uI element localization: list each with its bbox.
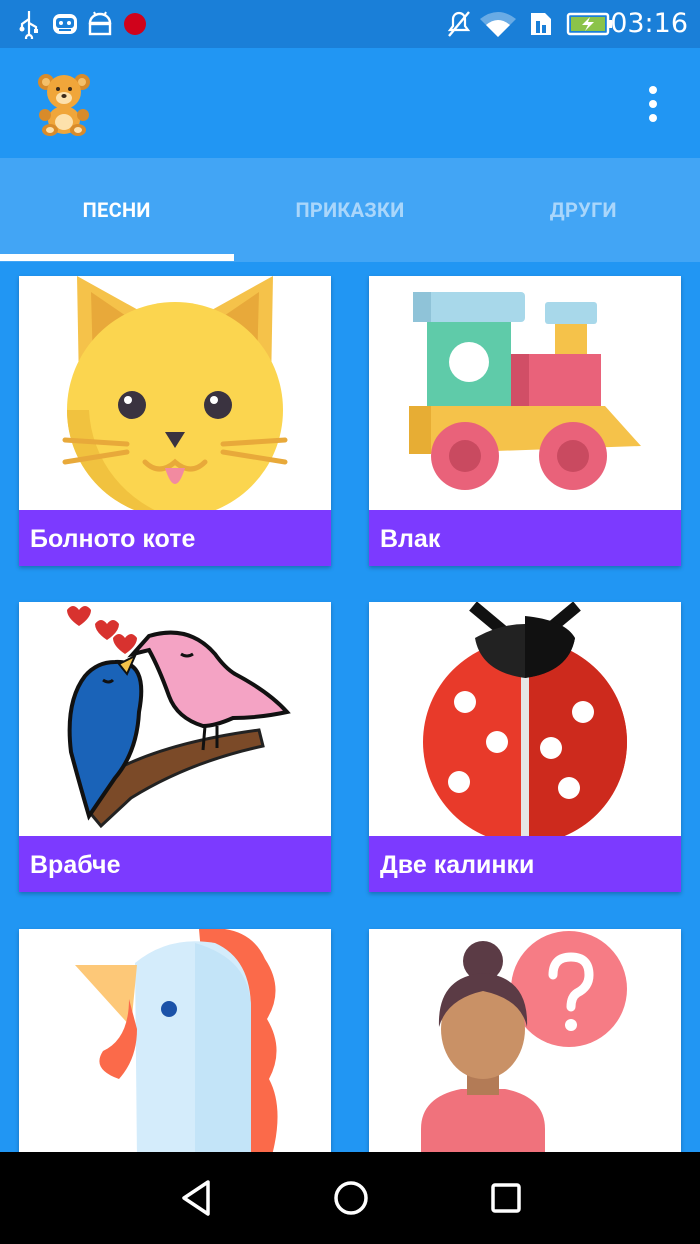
- card-title: Болното коте: [19, 510, 331, 566]
- recents-square-icon[interactable]: [466, 1152, 546, 1244]
- clock-time: 03:16: [610, 8, 688, 39]
- card-item[interactable]: Две калинки: [369, 602, 681, 892]
- tab-songs[interactable]: ПЕСНИ: [0, 158, 233, 262]
- ladybug-icon: [369, 602, 681, 836]
- teddy-bear-icon[interactable]: [34, 70, 94, 136]
- home-circle-icon[interactable]: [311, 1152, 391, 1244]
- card-title: Две калинки: [369, 836, 681, 892]
- tab-other[interactable]: ДРУГИ: [467, 158, 700, 262]
- card-item[interactable]: Врабче: [19, 602, 331, 892]
- card-item[interactable]: Болното коте: [19, 276, 331, 566]
- card-item[interactable]: [19, 929, 331, 1152]
- cat-icon: [19, 276, 331, 510]
- mute-icon: [446, 0, 472, 48]
- sim-icon: [528, 0, 554, 48]
- more-vert-icon[interactable]: [638, 84, 668, 124]
- card-item[interactable]: [369, 929, 681, 1152]
- rooster-icon: [19, 929, 331, 1152]
- app-bar: [0, 48, 700, 158]
- birds-icon: [19, 602, 331, 836]
- record-dot-icon: [122, 0, 148, 48]
- girl-question-icon: [369, 929, 681, 1152]
- wifi-icon: [478, 0, 518, 48]
- system-nav-bar: [0, 1152, 700, 1244]
- tab-indicator: [0, 254, 234, 261]
- toy-train-icon: [369, 276, 681, 510]
- card-title: Влак: [369, 510, 681, 566]
- battery-charging-icon: [566, 0, 614, 48]
- card-title: Врабче: [19, 836, 331, 892]
- usb-icon: [18, 0, 40, 48]
- tab-bar: ПЕСНИ ПРИКАЗКИ ДРУГИ: [0, 158, 700, 262]
- status-bar: 03:16: [0, 0, 700, 48]
- android-icon: [86, 0, 114, 48]
- card-item[interactable]: Влак: [369, 276, 681, 566]
- content-grid: Болното коте Влак Врабче Две калинки: [0, 262, 700, 1152]
- robot-face-icon: [50, 0, 80, 48]
- tab-stories[interactable]: ПРИКАЗКИ: [233, 158, 466, 262]
- back-triangle-icon[interactable]: [156, 1152, 236, 1244]
